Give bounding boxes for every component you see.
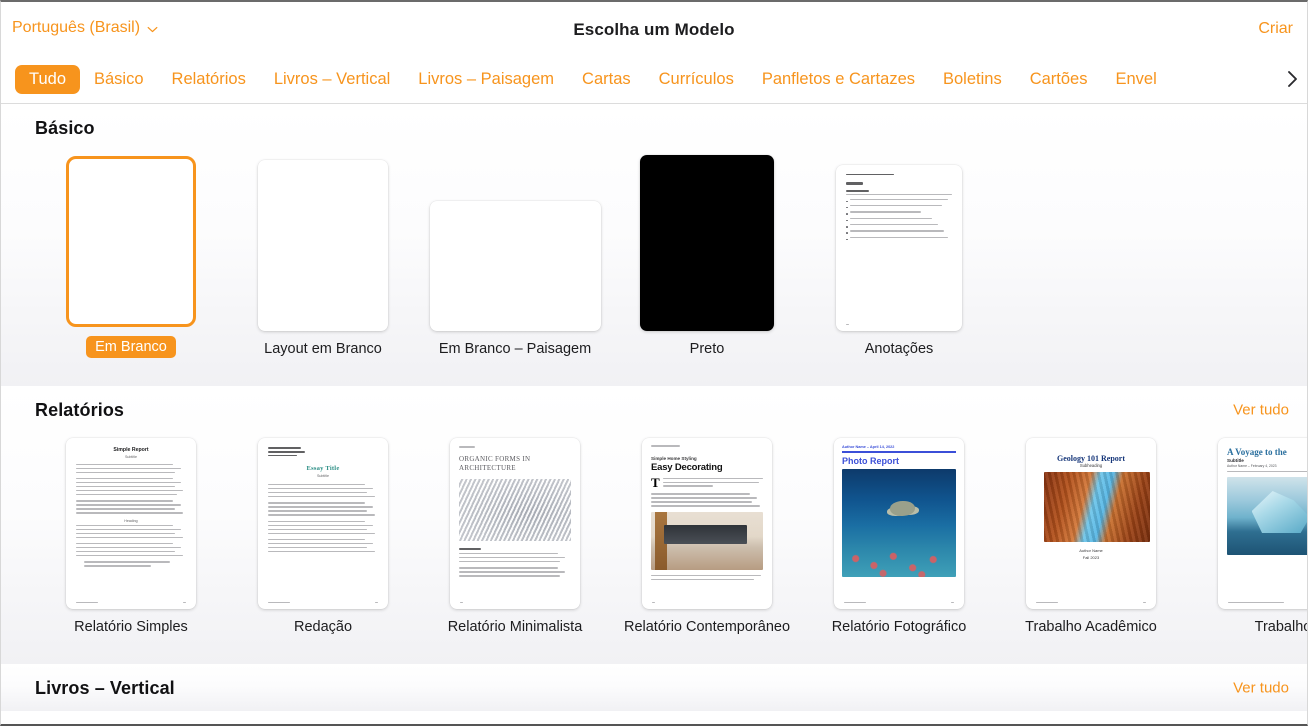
template-label: Anotações <box>864 341 934 357</box>
template-thumbnail[interactable]: A Voyage to the Subtitle Author Name – Feb… <box>1218 438 1307 610</box>
template-thumbnail-wrapper <box>640 155 774 331</box>
tab-livros-paisagem[interactable]: Livros – Paisagem <box>404 65 568 95</box>
template-label: Layout em Branco <box>264 341 382 357</box>
section-title: Livros – Vertical <box>35 677 175 698</box>
template-card-layout-em-branco[interactable]: Layout em Branco <box>227 155 419 358</box>
template-label: Trabalho <box>1254 619 1307 636</box>
see-all-link[interactable]: Ver tudo <box>1233 680 1289 697</box>
template-thumbnail-wrapper: Simple Report Subtitle Heading <box>66 433 196 610</box>
template-thumbnail[interactable]: Simple Report Subtitle Heading <box>66 438 196 610</box>
category-tabbar: Tudo Básico Relatórios Livros – Vertical Liv… <box>1 56 1307 104</box>
template-card-relatorio-minimalista[interactable]: ORGANIC FORMS IN ARCHITECTURE Relatório M… <box>419 433 611 636</box>
tab-label: Tudo <box>29 69 66 88</box>
section-header: Livros – Vertical Ver tudo <box>1 665 1307 711</box>
tab-label: Envel <box>1115 69 1157 88</box>
template-thumbnail-wrapper: A Voyage to the Subtitle Author Name – Feb… <box>1218 433 1307 610</box>
template-card-preto[interactable]: Preto <box>611 155 803 358</box>
create-button[interactable]: Criar <box>1258 20 1293 38</box>
tab-label: Panfletos e Cartazes <box>761 69 915 88</box>
template-thumbnail-wrapper <box>66 151 196 327</box>
section-basico: Básico Em Branco Layout em Branco Em Branco… <box>1 105 1307 388</box>
template-label: Trabalho Acadêmico <box>1025 619 1157 636</box>
template-card-relatorio-fotografico[interactable]: Author Name – April 14, 2022 Photo Report… <box>803 433 995 636</box>
template-thumbnail-wrapper: ORGANIC FORMS IN ARCHITECTURE <box>450 433 580 610</box>
template-label: Relatório Contemporâneo <box>623 619 791 636</box>
page-title: Escolha um Modelo <box>573 20 735 39</box>
tab-envel[interactable]: Envel <box>1101 65 1170 95</box>
template-label: Relatório Simples <box>74 619 188 636</box>
tab-label: Livros – Vertical <box>273 69 391 88</box>
tab-curr-culos[interactable]: Currículos <box>645 65 748 95</box>
template-thumbnail[interactable]: ORGANIC FORMS IN ARCHITECTURE <box>450 438 580 610</box>
template-gallery[interactable]: Básico Em Branco Layout em Branco Em Branco… <box>1 105 1307 724</box>
tab-boletins[interactable]: Boletins <box>929 65 1016 95</box>
template-card-redacao[interactable]: Essay Title Subtitle Redação <box>227 433 419 636</box>
template-card-relatorio-simples[interactable]: Simple Report Subtitle Heading Relatório Si… <box>35 433 227 636</box>
template-row: Simple Report Subtitle Heading Relatório Si… <box>1 433 1307 636</box>
template-thumbnail-wrapper: Essay Title Subtitle <box>258 433 388 610</box>
template-card-relatorio-contemporaneo[interactable]: Simple Home Styling Easy Decorating T Relat… <box>611 433 803 636</box>
template-thumbnail[interactable] <box>836 165 962 331</box>
window-header: Português (Brasil) Escolha um Modelo Cri… <box>1 2 1307 56</box>
tab-label: Básico <box>94 69 144 88</box>
template-thumbnail[interactable]: Author Name – April 14, 2022 Photo Report <box>834 438 964 610</box>
tab-label: Boletins <box>943 69 1002 88</box>
template-label: Redação <box>293 619 353 636</box>
template-thumbnail[interactable] <box>66 156 196 327</box>
tab-tudo[interactable]: Tudo <box>15 64 80 95</box>
tab-cart-es[interactable]: Cartões <box>1016 65 1102 95</box>
template-card-trabalho-academico[interactable]: Geology 101 Report Subheading Author Name F… <box>995 433 1187 636</box>
tab-b-sico[interactable]: Básico <box>80 65 158 95</box>
template-thumbnail-wrapper: Simple Home Styling Easy Decorating T <box>642 433 772 610</box>
tab-label: Cartões <box>1029 69 1088 88</box>
template-card-em-branco[interactable]: Em Branco <box>35 151 227 359</box>
section-title: Básico <box>35 117 95 138</box>
tab-label: Currículos <box>658 69 734 88</box>
tab-label: Livros – Paisagem <box>418 69 555 88</box>
template-label: Em Branco <box>86 336 176 359</box>
tab-panfletos-e-cartazes[interactable]: Panfletos e Cartazes <box>748 65 929 95</box>
category-tab-list: Tudo Básico Relatórios Livros – Vertical Liv… <box>1 56 1307 103</box>
template-card-trabalho[interactable]: A Voyage to the Subtitle Author Name – Feb… <box>1187 433 1307 636</box>
template-thumbnail[interactable] <box>258 160 388 331</box>
tab-label: Cartas <box>582 69 631 88</box>
template-card-anotacoes[interactable]: Anotações <box>803 155 995 358</box>
tab-livros-vertical[interactable]: Livros – Vertical <box>260 65 404 95</box>
template-thumbnail-wrapper <box>836 155 962 331</box>
section-title: Relatórios <box>35 399 125 420</box>
template-thumbnail[interactable]: Simple Home Styling Easy Decorating T <box>642 438 772 610</box>
section-header: Básico <box>1 105 1307 151</box>
tab-label: Relatórios <box>171 69 246 88</box>
template-thumbnail-wrapper <box>258 155 388 331</box>
chevron-right-icon <box>1286 69 1299 89</box>
template-thumbnail[interactable]: Essay Title Subtitle <box>258 438 388 610</box>
template-label: Relatório Fotográfico <box>831 619 967 636</box>
template-card-em-branco-paisagem[interactable]: Em Branco – Paisagem <box>419 155 611 358</box>
template-row: Em Branco Layout em Branco Em Branco – Pai… <box>1 151 1307 359</box>
tab-relat-rios[interactable]: Relatórios <box>158 65 260 95</box>
template-thumbnail[interactable] <box>640 155 774 331</box>
template-thumbnail[interactable]: Geology 101 Report Subheading Author Name F… <box>1026 438 1156 610</box>
template-thumbnail-wrapper <box>429 155 601 331</box>
section-relatorios: Relatórios Ver tudo Simple Report Subtitle H… <box>1 387 1307 666</box>
template-chooser-window: Português (Brasil) Escolha um Modelo Cri… <box>0 0 1308 726</box>
tab-cartas[interactable]: Cartas <box>568 65 645 95</box>
see-all-link[interactable]: Ver tudo <box>1233 402 1289 419</box>
template-label: Preto <box>689 341 725 357</box>
template-thumbnail-wrapper: Author Name – April 14, 2022 Photo Report <box>834 433 964 610</box>
template-thumbnail[interactable] <box>429 201 601 331</box>
template-label: Relatório Minimalista <box>447 619 583 636</box>
template-label: Em Branco – Paisagem <box>438 341 592 357</box>
section-livros-vertical: Livros – Vertical Ver tudo <box>1 665 1307 713</box>
template-thumbnail-wrapper: Geology 101 Report Subheading Author Name F… <box>1026 433 1156 610</box>
tabbar-scroll-right-button[interactable] <box>1273 56 1305 102</box>
section-header: Relatórios Ver tudo <box>1 387 1307 433</box>
